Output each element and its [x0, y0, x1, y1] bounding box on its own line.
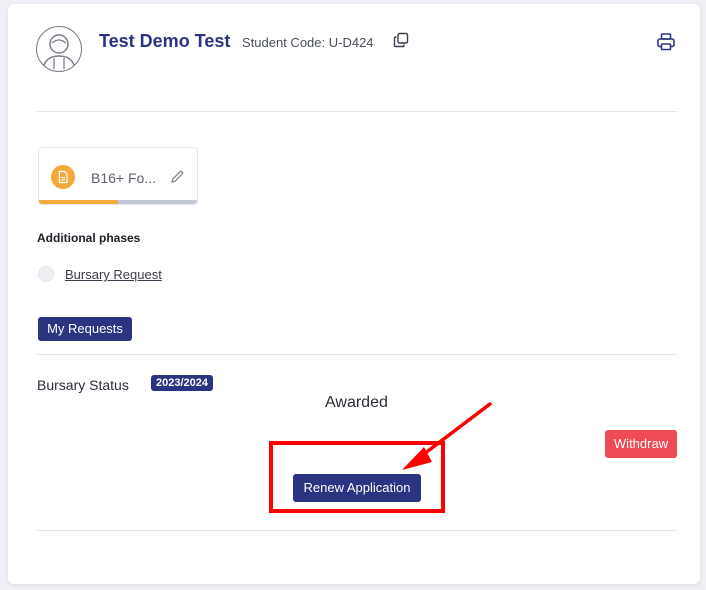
printer-icon[interactable]	[656, 32, 676, 52]
bursary-request-link[interactable]: Bursary Request	[65, 267, 162, 282]
student-code: Student Code: U-D424	[242, 35, 374, 50]
status-value: Awarded	[325, 394, 388, 411]
phase-progress-fill	[39, 200, 118, 204]
section-divider	[37, 354, 677, 355]
user-avatar-icon	[42, 34, 76, 70]
phase-label: B16+ Fo...	[91, 170, 156, 186]
student-name: Test Demo Test	[99, 31, 231, 51]
document-icon	[51, 165, 75, 189]
copy-icon[interactable]	[393, 32, 409, 48]
phase-progress-bar	[39, 200, 197, 204]
pencil-icon[interactable]	[169, 169, 185, 185]
year-badge: 2023/2024	[151, 375, 213, 391]
bottom-divider	[37, 530, 677, 531]
withdraw-button[interactable]: Withdraw	[605, 430, 677, 458]
phase-card[interactable]: B16+ Fo...	[38, 147, 198, 205]
avatar	[36, 26, 82, 72]
additional-phases-title: Additional phases	[37, 231, 141, 245]
student-card: Test Demo Test Student Code: U-D424 B16+…	[8, 4, 700, 584]
header-divider	[37, 111, 677, 112]
renew-application-button[interactable]: Renew Application	[293, 474, 421, 502]
bursary-request-radio[interactable]	[38, 266, 54, 282]
bursary-status-title: Bursary Status	[37, 377, 129, 393]
my-requests-button[interactable]: My Requests	[38, 317, 132, 341]
